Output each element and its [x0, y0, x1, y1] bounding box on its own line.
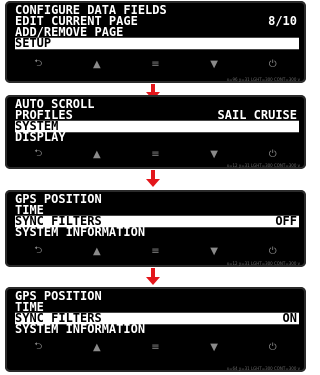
down-icon[interactable]: ▼ [194, 149, 234, 160]
status-line: x=12 y=31 LGHT=300 CONT=300 v [226, 163, 300, 168]
menu-item-value [297, 27, 299, 39]
nav-bar: ⮌ ▲ ≡ ▼ ⏻ [9, 58, 302, 71]
down-icon[interactable]: ▼ [194, 59, 234, 70]
power-icon[interactable]: ⏻ [253, 246, 293, 257]
status-line: x=64 y=31 LGHT=300 CONT=300 v [226, 366, 300, 371]
menu-item-value [297, 324, 299, 336]
power-icon[interactable]: ⏻ [253, 342, 293, 353]
menu-item-display[interactable]: DISPLAY [15, 129, 299, 145]
menu-icon[interactable]: ≡ [135, 149, 175, 160]
down-icon[interactable]: ▼ [194, 342, 234, 353]
power-icon[interactable]: ⏻ [253, 59, 293, 70]
menu-item-value [297, 227, 299, 239]
menu-item-value [297, 194, 299, 206]
up-icon[interactable]: ▲ [77, 59, 117, 70]
menu-list: GPS POSITION TIME SYNC FILTERS ON SYSTEM … [15, 290, 299, 337]
back-icon[interactable]: ⮌ [18, 146, 58, 163]
page-counter: 8/10 [268, 13, 297, 29]
flow-arrow-2 [146, 170, 160, 188]
menu-item-value [297, 121, 299, 133]
back-icon[interactable]: ⮌ [18, 56, 58, 73]
menu-icon[interactable]: ≡ [135, 59, 175, 70]
device-screen-3: GPS POSITION TIME SYNC FILTERS OFF SYSTEM… [5, 190, 306, 267]
power-icon[interactable]: ⏻ [253, 149, 293, 160]
menu-item-value [297, 205, 299, 217]
menu-item-label: DISPLAY [15, 129, 66, 145]
sync-filters-value: ON [282, 310, 297, 326]
back-icon[interactable]: ⮌ [18, 339, 58, 356]
flow-arrow-3 [146, 268, 160, 286]
menu-list: GPS POSITION TIME SYNC FILTERS OFF SYSTEM… [15, 193, 299, 240]
nav-bar: ⮌ ▲ ≡ ▼ ⏻ [9, 341, 302, 354]
menu-item-setup[interactable]: SETUP [15, 35, 299, 51]
up-icon[interactable]: ▲ [77, 246, 117, 257]
menu-item-value [297, 99, 299, 111]
menu-list: AUTO SCROLL PROFILES SAIL CRUISE SYSTEM D… [15, 98, 299, 145]
status-line: x=12 y=31 LGHT=300 CONT=300 v [226, 261, 300, 266]
menu-item-system-information[interactable]: SYSTEM INFORMATION [15, 321, 299, 337]
menu-item-label: SYSTEM INFORMATION [15, 224, 146, 240]
down-icon[interactable]: ▼ [194, 246, 234, 257]
menu-item-label: SETUP [15, 35, 52, 51]
menu-list: CONFIGURE DATA FIELDS EDIT CURRENT PAGE 8… [15, 4, 299, 51]
menu-item-value [297, 38, 299, 50]
back-icon[interactable]: ⮌ [18, 243, 58, 260]
menu-item-gps-position[interactable]: GPS POSITION [15, 290, 299, 303]
menu-item-label: SYSTEM INFORMATION [15, 321, 146, 337]
menu-item-system-information[interactable]: SYSTEM INFORMATION [15, 224, 299, 240]
menu-item-add-remove-page[interactable]: ADD/REMOVE PAGE [15, 26, 299, 39]
menu-item-value [297, 291, 299, 303]
nav-bar: ⮌ ▲ ≡ ▼ ⏻ [9, 245, 302, 258]
menu-icon[interactable]: ≡ [135, 342, 175, 353]
up-icon[interactable]: ▲ [77, 342, 117, 353]
menu-icon[interactable]: ≡ [135, 246, 175, 257]
nav-bar: ⮌ ▲ ≡ ▼ ⏻ [9, 148, 302, 161]
device-screen-2: AUTO SCROLL PROFILES SAIL CRUISE SYSTEM D… [5, 95, 306, 169]
device-screen-4: GPS POSITION TIME SYNC FILTERS ON SYSTEM … [5, 287, 306, 372]
status-line: x=96 y=31 LGHT=300 CONT=300 v [226, 77, 300, 82]
menu-item-gps-position[interactable]: GPS POSITION [15, 193, 299, 206]
sync-filters-value: OFF [275, 213, 297, 229]
up-icon[interactable]: ▲ [77, 149, 117, 160]
menu-item-value [297, 132, 299, 144]
profile-value: SAIL CRUISE [217, 107, 297, 123]
menu-item-value [297, 5, 299, 17]
menu-item-value [297, 302, 299, 314]
device-screen-1: CONFIGURE DATA FIELDS EDIT CURRENT PAGE 8… [5, 1, 306, 83]
